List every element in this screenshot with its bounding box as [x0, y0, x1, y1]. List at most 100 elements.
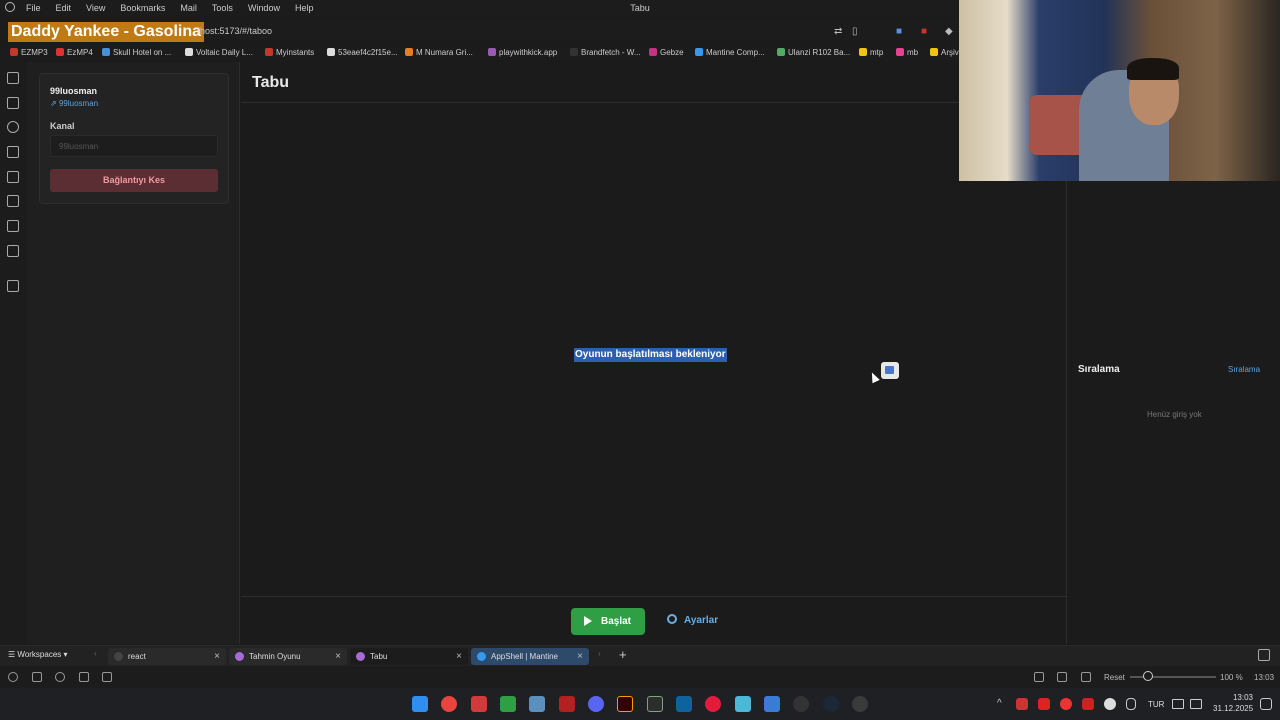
- shield-icon[interactable]: ◆: [945, 26, 953, 37]
- tab-appshell-mantine[interactable]: AppShell | Mantine ×: [471, 648, 589, 665]
- page-title: Tabu: [252, 74, 290, 91]
- cloud-sync-icon[interactable]: [55, 672, 65, 682]
- webcam-overlay: [959, 0, 1280, 181]
- bookmark-icon[interactable]: ▯: [852, 26, 858, 37]
- start-button[interactable]: Başlat: [571, 608, 645, 635]
- tab-favicon-icon: [477, 652, 486, 661]
- explorer-icon[interactable]: [735, 696, 751, 712]
- windows-start-icon[interactable]: [412, 696, 428, 712]
- bookmark-favicon-icon: [777, 48, 785, 56]
- add-panel-icon[interactable]: [7, 280, 19, 292]
- bookmark-item[interactable]: EZMP3: [10, 48, 48, 57]
- tray-app-icon[interactable]: [1104, 698, 1116, 710]
- bookmark-favicon-icon: [265, 48, 273, 56]
- tab-react[interactable]: react ×: [108, 648, 226, 665]
- page-actions-icon[interactable]: [1081, 672, 1091, 682]
- zoom-slider-handle[interactable]: [1143, 671, 1153, 681]
- tray-app-icon[interactable]: [1082, 698, 1094, 710]
- tab-scroll-right-icon[interactable]: ›: [598, 649, 601, 658]
- capture-icon[interactable]: [1034, 672, 1044, 682]
- channel-input[interactable]: 99luosman: [50, 135, 218, 157]
- display-icon[interactable]: [1172, 699, 1184, 709]
- chrome-icon[interactable]: [441, 696, 457, 712]
- downloads-icon[interactable]: [7, 97, 19, 109]
- filezilla-icon[interactable]: [559, 696, 575, 712]
- tab-menu-icon[interactable]: [1258, 649, 1270, 661]
- bookmark-item[interactable]: mb: [896, 48, 918, 57]
- bookmark-item[interactable]: M Numara Gri...: [405, 48, 473, 57]
- media-player-icon[interactable]: [705, 696, 721, 712]
- mail-icon[interactable]: [7, 245, 19, 257]
- play-icon: [584, 616, 592, 626]
- bookmark-item[interactable]: Skull Hotel on ...: [102, 48, 171, 57]
- tab-close-icon[interactable]: ×: [577, 648, 583, 665]
- notifications-icon[interactable]: [1260, 698, 1272, 710]
- vivaldi-taskbar-icon[interactable]: [471, 696, 487, 712]
- bookmarks-panel-icon[interactable]: [7, 72, 19, 84]
- taskbar-clock[interactable]: 13:03 31.12.2025: [1213, 692, 1253, 714]
- settings-button-label: Ayarlar: [684, 615, 719, 626]
- tab-tabu[interactable]: Tabu ×: [350, 648, 468, 665]
- bookmark-item[interactable]: Brandfetch - W...: [570, 48, 641, 57]
- zoom-reset-button[interactable]: Reset: [1104, 673, 1125, 682]
- vscode-icon[interactable]: [676, 696, 692, 712]
- tab-close-icon[interactable]: ×: [456, 648, 462, 665]
- history-icon[interactable]: [7, 121, 19, 133]
- volume-icon[interactable]: [1190, 699, 1202, 709]
- notes-icon[interactable]: [7, 146, 19, 158]
- bookmark-item[interactable]: 53eaef4c2f15e...: [327, 48, 398, 57]
- ranking-link[interactable]: Sıralama: [1228, 365, 1260, 374]
- reading-list-icon[interactable]: [7, 195, 19, 207]
- window-panel-icon[interactable]: [7, 220, 19, 232]
- tile-icon[interactable]: [32, 672, 42, 682]
- postgres-icon[interactable]: [529, 696, 545, 712]
- user-profile-link[interactable]: ⇗ 99luosman: [50, 99, 98, 108]
- translate-panel-icon[interactable]: [7, 171, 19, 183]
- bookmark-item[interactable]: Voltaic Daily L...: [185, 48, 253, 57]
- terminal-icon[interactable]: [500, 696, 516, 712]
- tab-favicon-icon: [356, 652, 365, 661]
- bookmark-favicon-icon: [102, 48, 110, 56]
- bookmark-item[interactable]: mtp: [859, 48, 883, 57]
- steam-icon[interactable]: [823, 696, 839, 712]
- tray-app-icon[interactable]: [1060, 698, 1072, 710]
- tab-tahmin-oyunu[interactable]: Tahmin Oyunu ×: [229, 648, 347, 665]
- panel-toggle-icon[interactable]: [8, 672, 18, 682]
- settings-button[interactable]: Ayarlar: [667, 614, 718, 626]
- new-tab-icon[interactable]: +: [619, 647, 627, 662]
- tray-app-icon[interactable]: [1016, 698, 1028, 710]
- disconnect-button[interactable]: Bağlantıyı Kes: [50, 169, 218, 192]
- tray-expand-icon[interactable]: ^: [997, 698, 1002, 709]
- url-field[interactable]: lhost:5173/#/taboo: [198, 26, 272, 36]
- bookmark-item[interactable]: Arşiv: [930, 48, 959, 57]
- google-translate-icon[interactable]: ■: [896, 26, 902, 37]
- workspaces-menu[interactable]: ☰ Workspaces ▾: [8, 650, 68, 659]
- bookmark-item[interactable]: Ulanzi R102 Ba...: [777, 48, 850, 57]
- bookmark-item[interactable]: Gebze: [649, 48, 684, 57]
- calendar-icon[interactable]: [102, 672, 112, 682]
- tab-close-icon[interactable]: ×: [335, 648, 341, 665]
- illustrator-icon[interactable]: [617, 696, 633, 712]
- tab-close-icon[interactable]: ×: [214, 648, 220, 665]
- obs-icon[interactable]: [793, 696, 809, 712]
- microphone-icon[interactable]: [1126, 698, 1136, 710]
- bookmark-item[interactable]: Mantine Comp...: [695, 48, 765, 57]
- outlook-icon[interactable]: [764, 696, 780, 712]
- translate-popup-icon[interactable]: [881, 362, 899, 379]
- bookmark-favicon-icon: [649, 48, 657, 56]
- davinci-icon[interactable]: [647, 696, 663, 712]
- tray-app-icon[interactable]: [1038, 698, 1050, 710]
- tab-scroll-left-icon[interactable]: ‹: [94, 649, 97, 658]
- tiling-icon[interactable]: [1057, 672, 1067, 682]
- mail-status-icon[interactable]: [79, 672, 89, 682]
- language-indicator[interactable]: TUR: [1148, 700, 1164, 709]
- status-clock: 13:03: [1254, 673, 1275, 682]
- discord-icon[interactable]: [588, 696, 604, 712]
- translate-page-icon[interactable]: ⇄: [834, 26, 842, 37]
- bookmark-item[interactable]: Myinstants: [265, 48, 314, 57]
- app-icon[interactable]: [852, 696, 868, 712]
- bookmark-item[interactable]: EzMP4: [56, 48, 93, 57]
- extension-icon[interactable]: ■: [921, 26, 927, 37]
- bookmark-item[interactable]: playwithkick.app: [488, 48, 557, 57]
- browser-side-panel: [0, 62, 27, 644]
